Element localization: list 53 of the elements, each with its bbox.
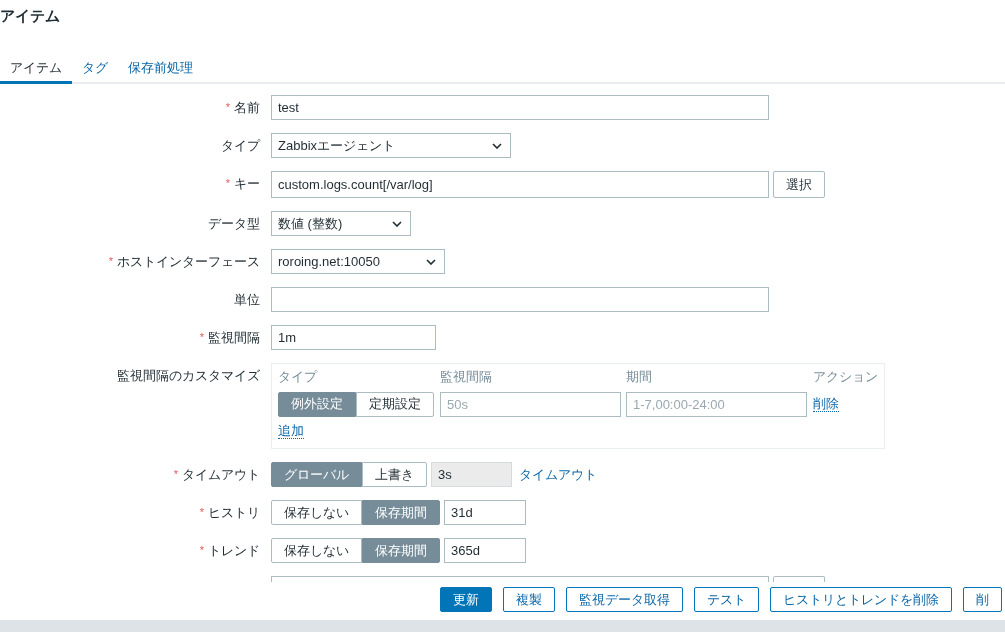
chevron-down-icon — [426, 258, 436, 265]
column-header: アクション — [813, 368, 878, 386]
tab[interactable]: アイテム — [0, 55, 72, 84]
footer-button[interactable]: テスト — [694, 587, 759, 612]
field-label: ホストインターフェース — [117, 252, 260, 271]
footer-button[interactable]: 削 — [963, 587, 1002, 612]
field-label: トレンド — [208, 541, 260, 560]
add-link[interactable]: 追加 — [278, 422, 304, 439]
tab[interactable]: タグ — [72, 55, 118, 84]
input-field[interactable]: custom.logs.count[/var/log] — [271, 171, 769, 198]
input-field[interactable]: test — [271, 95, 769, 120]
footer-button[interactable]: ヒストリとトレンドを削除 — [770, 587, 952, 612]
select-dropdown[interactable]: roroing.net:10050 — [271, 249, 445, 274]
column-header: 期間 — [626, 368, 653, 386]
input-field[interactable]: 1m — [271, 325, 436, 350]
footer-button[interactable]: 複製 — [503, 587, 555, 612]
remove-link[interactable]: 削除 — [813, 396, 839, 412]
column-header: 監視間隔 — [440, 368, 493, 386]
field-label: ヒストリ — [208, 503, 260, 522]
required-asterisk: * — [108, 254, 113, 270]
chevron-down-icon — [492, 142, 502, 149]
tab[interactable]: 保存前処理 — [118, 55, 203, 84]
field-label: 監視間隔のカスタマイズ — [117, 366, 260, 385]
input-field[interactable]: 31d — [444, 500, 526, 525]
select-button[interactable]: 選択 — [773, 171, 825, 198]
toggle-option[interactable]: 保存しない — [271, 500, 362, 525]
toggle-option[interactable]: 定期設定 — [356, 391, 434, 417]
field-label: キー — [234, 174, 260, 193]
required-asterisk: * — [225, 176, 230, 192]
field-label: タイムアウト — [182, 465, 260, 484]
field-label: 単位 — [234, 290, 260, 309]
required-asterisk: * — [199, 543, 204, 559]
interval-input[interactable]: 50s — [440, 391, 621, 417]
input-field[interactable] — [271, 287, 769, 312]
select-dropdown[interactable]: 数値 (整数) — [271, 211, 411, 236]
required-asterisk: * — [199, 505, 204, 521]
field-label: 名前 — [234, 98, 260, 117]
field-label: データ型 — [208, 214, 260, 233]
required-asterisk: * — [173, 467, 178, 483]
column-header: タイプ — [278, 368, 319, 386]
footer-button[interactable]: 監視データ取得 — [566, 587, 683, 612]
required-asterisk: * — [199, 330, 204, 346]
select-dropdown[interactable]: Zabbixエージェント — [271, 133, 511, 158]
toggle-option[interactable]: 保存しない — [271, 538, 362, 563]
required-asterisk: * — [225, 100, 230, 116]
chevron-down-icon — [392, 220, 402, 227]
field-label: タイプ — [221, 136, 260, 155]
page-title: アイテム — [0, 6, 60, 26]
period-input[interactable]: 1-7,00:00-24:00 — [626, 391, 807, 417]
field-label: 監視間隔 — [208, 328, 260, 347]
button-outline — [773, 576, 825, 582]
input-field[interactable]: 365d — [444, 538, 526, 563]
footer-button[interactable]: 更新 — [440, 587, 492, 612]
